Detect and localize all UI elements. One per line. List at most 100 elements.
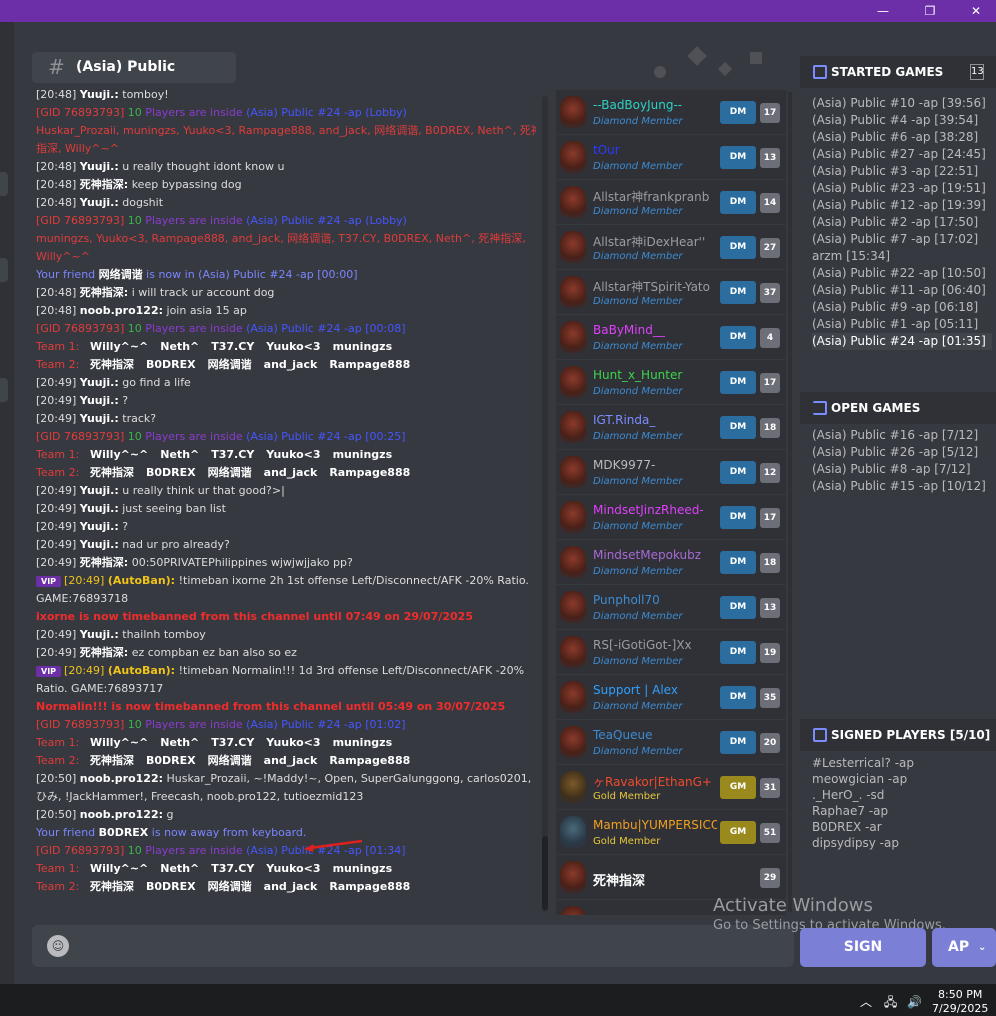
message-user[interactable]: noob.pro122: <box>80 772 163 785</box>
game-list-item[interactable]: (Asia) Public #2 -ap [17:50] <box>812 214 992 231</box>
player-name[interactable]: IGT.Rinda_ <box>593 413 717 427</box>
team-player[interactable]: and_jack <box>264 752 318 770</box>
game-list-item[interactable]: (Asia) Public #11 -ap [06:40] <box>812 282 992 299</box>
player-name[interactable]: Allstar神frankpranb <box>593 188 717 205</box>
rail-tab[interactable] <box>0 378 8 402</box>
team-player[interactable]: 网络调谐 <box>208 752 252 770</box>
player-row[interactable]: MDK9977- Diamond Member DM 12 <box>556 450 786 494</box>
chevron-up-icon[interactable]: ︿ <box>860 995 872 1009</box>
emoji-icon[interactable]: ☺ <box>47 935 69 957</box>
player-name[interactable]: TeaQueue <box>593 728 717 742</box>
team-player[interactable]: 死神指深 <box>90 356 134 374</box>
player-name[interactable]: MindsetJinzRheed- <box>593 503 717 517</box>
player-name[interactable]: MindsetMepokubz <box>593 548 717 562</box>
player-row[interactable]: Allstar神TSpirit-Yato Diamond Member DM 37 <box>556 270 786 314</box>
game-name[interactable]: (Asia) Public #24 -ap [00:25] <box>246 430 405 443</box>
network-icon[interactable]: 🖧 <box>884 995 897 1009</box>
team-player[interactable]: B0DREX <box>146 464 196 482</box>
team-player[interactable]: Willy^~^ <box>90 734 148 752</box>
player-row[interactable]: ヶRavakor|EthanG+ Gold Member GM 31 <box>556 765 786 809</box>
team-player[interactable]: B0DREX <box>146 752 196 770</box>
player-name[interactable]: Punpholl70 <box>593 593 717 607</box>
restore-button[interactable]: ❐ <box>907 0 953 22</box>
message-user[interactable]: (AutoBan): <box>108 664 175 677</box>
game-name[interactable]: (Asia) Public #24 -ap (Lobby) <box>246 106 407 119</box>
game-name[interactable]: (Asia) Public #24 -ap (Lobby) <box>246 214 407 227</box>
message-user[interactable]: Yuuji.: <box>80 628 119 641</box>
rail-tab[interactable] <box>0 258 8 282</box>
team-player[interactable]: muningzs <box>333 734 393 752</box>
team-player[interactable]: 死神指深 <box>90 878 134 896</box>
game-name[interactable]: (Asia) Public #24 -ap [00:08] <box>246 322 405 335</box>
player-row[interactable]: 死神指深 29 <box>556 855 786 899</box>
team-player[interactable]: muningzs <box>333 338 393 356</box>
player-name[interactable]: Mambu|YUMPERSICO <box>593 818 717 832</box>
player-name[interactable]: Allstar神iDexHear'' <box>593 233 717 250</box>
team-player[interactable]: Neth^ <box>160 860 199 878</box>
team-player[interactable]: muningzs <box>333 446 393 464</box>
player-name[interactable]: RS[-iGotiGot-]Xx <box>593 638 717 652</box>
game-list-item[interactable]: dipsydipsy -ap <box>812 835 914 851</box>
player-row[interactable]: Hunt_x_Hunter Diamond Member DM 17 <box>556 360 786 404</box>
team-player[interactable]: and_jack <box>264 356 318 374</box>
team-player[interactable]: Rampage888 <box>329 878 410 896</box>
game-list-item[interactable]: (Asia) Public #1 -ap [05:11] <box>812 316 992 333</box>
team-player[interactable]: Willy^~^ <box>90 860 148 878</box>
message-user[interactable]: noob.pro122: <box>80 808 163 821</box>
message-user[interactable]: (AutoBan): <box>108 574 175 587</box>
game-list-item[interactable]: B0DREX -ar <box>812 819 914 835</box>
player-list[interactable]: --BadBoyJung-- Diamond Member DM 17 tOur Diam… <box>556 90 786 915</box>
game-list-item[interactable]: (Asia) Public #10 -ap [39:56] <box>812 95 992 112</box>
channel-header[interactable]: # (Asia) Public <box>32 52 236 83</box>
team-player[interactable]: T37.CY <box>211 734 254 752</box>
player-row[interactable]: --BadBoyJung-- Diamond Member DM 17 <box>556 90 786 134</box>
player-name[interactable]: --BadBoyJung-- <box>593 98 717 112</box>
game-list-item[interactable]: #Lesterrical? -ap <box>812 755 914 771</box>
player-row[interactable]: BaByMind__ Diamond Member DM 4 <box>556 315 786 359</box>
message-user[interactable]: Yuuji.: <box>80 394 119 407</box>
game-list-item[interactable]: (Asia) Public #7 -ap [17:02] <box>812 231 992 248</box>
taskbar-clock[interactable]: 8:50 PM 7/29/2025 <box>932 988 988 1016</box>
player-list-scrollbar[interactable] <box>788 92 792 912</box>
close-button[interactable]: ✕ <box>953 0 996 22</box>
message-user[interactable]: 死神指深: <box>80 646 128 659</box>
team-player[interactable]: 网络调谐 <box>208 878 252 896</box>
game-list-item[interactable]: (Asia) Public #24 -ap [01:35] <box>812 333 992 350</box>
mode-dropdown[interactable]: AP ⌄ <box>932 928 996 967</box>
message-user[interactable]: Yuuji.: <box>80 502 119 515</box>
team-player[interactable]: Yuuko<3 <box>266 860 320 878</box>
player-name[interactable]: BaByMind__ <box>593 323 717 337</box>
player-row[interactable]: Allstar神frankpranb Diamond Member DM 14 <box>556 180 786 224</box>
sign-button[interactable]: SIGN <box>800 928 926 967</box>
game-list-item[interactable]: ._HerO_. -sd <box>812 787 914 803</box>
player-row[interactable]: Allstar神iDexHear'' Diamond Member DM 27 <box>556 225 786 269</box>
player-name[interactable]: Hunt_x_Hunter <box>593 368 717 382</box>
message-user[interactable]: Yuuji.: <box>80 412 119 425</box>
message-user[interactable]: noob.pro122: <box>80 304 163 317</box>
rail-tab[interactable] <box>0 172 8 196</box>
team-player[interactable]: and_jack <box>264 464 318 482</box>
game-list-item[interactable]: (Asia) Public #16 -ap [7/12] <box>812 427 986 444</box>
game-list-item[interactable]: (Asia) Public #23 -ap [19:51] <box>812 180 992 197</box>
player-name[interactable]: Allstar神TSpirit-Yato <box>593 278 717 295</box>
chat-log[interactable]: [20:48] Yuuji.: tomboy! [GID 76893793] 10… <box>36 86 536 912</box>
team-player[interactable]: 网络调谐 <box>208 464 252 482</box>
player-name[interactable]: MDK9977- <box>593 458 717 472</box>
player-row[interactable]: Mambu|YUMPERSICO Gold Member GM 51 <box>556 810 786 854</box>
game-list-item[interactable]: (Asia) Public #6 -ap [38:28] <box>812 129 992 146</box>
team-player[interactable]: muningzs <box>333 860 393 878</box>
volume-icon[interactable]: 🔊 <box>907 995 922 1009</box>
game-list-item[interactable]: (Asia) Public #4 -ap [39:54] <box>812 112 992 129</box>
team-player[interactable]: Willy^~^ <box>90 446 148 464</box>
message-user[interactable]: Yuuji.: <box>80 160 119 173</box>
team-player[interactable]: Neth^ <box>160 446 199 464</box>
game-list-item[interactable]: (Asia) Public #26 -ap [5/12] <box>812 444 986 461</box>
player-row[interactable]: tOur Diamond Member DM 13 <box>556 135 786 179</box>
message-user[interactable]: Yuuji.: <box>80 376 119 389</box>
team-player[interactable]: Yuuko<3 <box>266 338 320 356</box>
game-list-item[interactable]: (Asia) Public #22 -ap [10:50] <box>812 265 992 282</box>
chat-scroll-thumb[interactable] <box>542 836 548 910</box>
team-player[interactable]: Neth^ <box>160 734 199 752</box>
team-player[interactable]: T37.CY <box>211 338 254 356</box>
chat-scrollbar[interactable] <box>542 96 548 912</box>
